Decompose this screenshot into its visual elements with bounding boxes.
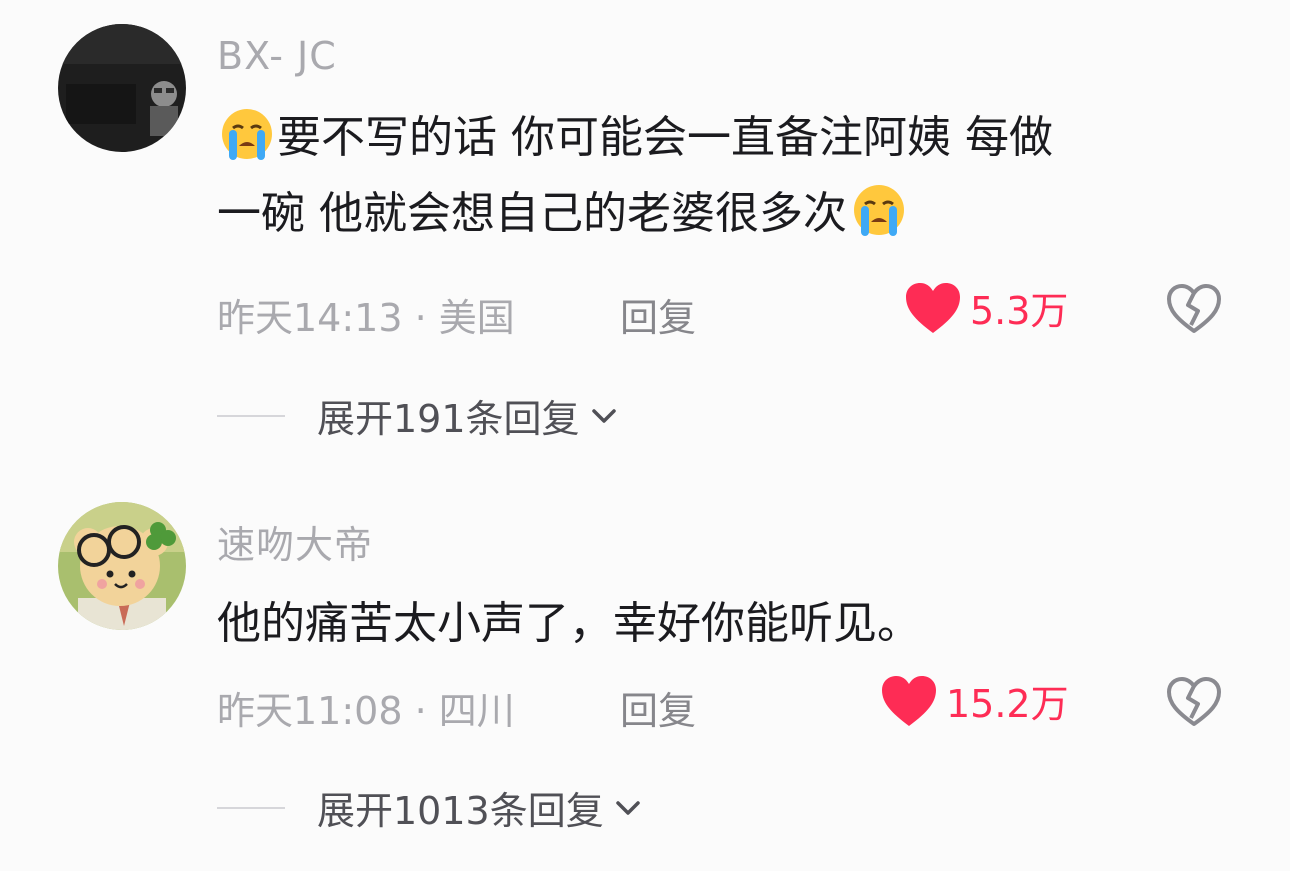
- username[interactable]: BX- JC: [217, 34, 337, 78]
- avatar-image: [58, 502, 186, 630]
- expand-replies-label: 展开1013条回复: [317, 789, 604, 833]
- comment-item: 速吻大帝 他的痛苦太小声了，幸好你能听见。 昨天11:08 · 四川 回复 15…: [0, 480, 1290, 871]
- crying-emoji-icon: [222, 109, 272, 160]
- chevron-down-icon: [591, 408, 616, 423]
- comment-text: 他的痛苦太小声了，幸好你能听见。: [217, 586, 1247, 662]
- avatar[interactable]: [58, 24, 186, 152]
- chevron-down-icon: [615, 800, 640, 815]
- reply-button[interactable]: 回复: [620, 287, 696, 342]
- comment-text-line: 要不写的话 你可能会一直备注阿姨 每做: [277, 112, 1053, 163]
- like-button[interactable]: 15.2万: [880, 673, 1069, 728]
- comment-text: 要不写的话 你可能会一直备注阿姨 每做 一碗 他就会想自己的老婆很多次: [217, 100, 1247, 252]
- like-count: 15.2万: [946, 682, 1069, 726]
- avatar[interactable]: [58, 502, 186, 630]
- expand-replies-button[interactable]: 展开1013条回复: [217, 780, 646, 835]
- comment-meta: 昨天11:08 · 四川: [217, 689, 515, 733]
- broken-heart-icon[interactable]: [1164, 674, 1224, 730]
- broken-heart-icon[interactable]: [1164, 281, 1224, 337]
- reply-button[interactable]: 回复: [620, 680, 696, 735]
- username[interactable]: 速吻大帝: [217, 514, 373, 569]
- heart-icon: [906, 282, 960, 333]
- expand-replies-button[interactable]: 展开191条回复: [217, 388, 622, 443]
- expand-replies-label: 展开191条回复: [317, 397, 580, 441]
- like-button[interactable]: 5.3万: [904, 280, 1068, 335]
- comment-text-line: 一碗 他就会想自己的老婆很多次: [217, 188, 847, 239]
- avatar-image: [58, 24, 186, 152]
- divider-line: [217, 806, 285, 809]
- divider-line: [217, 414, 285, 417]
- like-count: 5.3万: [970, 289, 1069, 333]
- comment-text-line: 他的痛苦太小声了，幸好你能听见。: [217, 598, 921, 649]
- heart-icon: [882, 675, 936, 726]
- comment-item: BX- JC 要不写的话 你可能会一直备注阿姨 每做 一碗 他就会想自己的老婆很…: [0, 0, 1290, 450]
- crying-emoji-icon: [854, 185, 904, 236]
- comment-meta: 昨天14:13 · 美国: [217, 296, 515, 340]
